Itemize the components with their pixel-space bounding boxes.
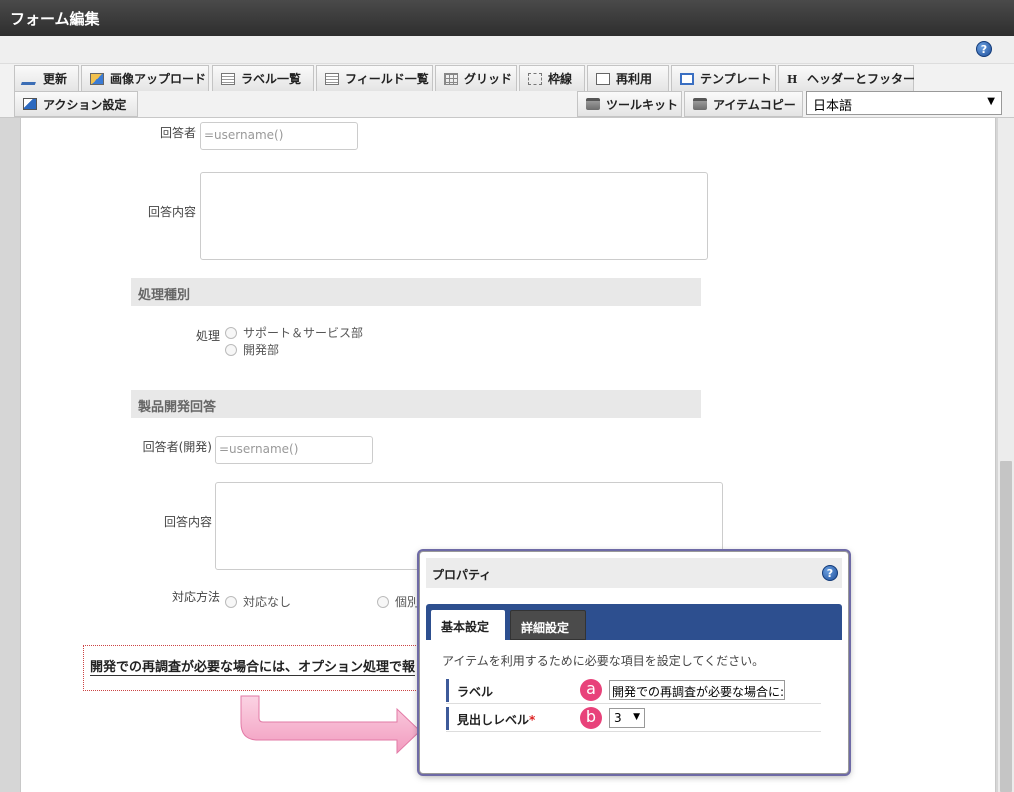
property-row-heading-level: 見出しレベル* b 3 ▼ (446, 705, 821, 732)
badge-a: a (580, 679, 602, 701)
dialog-title: プロパティ (432, 568, 492, 582)
heading-level-select[interactable]: 3 ▼ (609, 708, 645, 728)
tab-basic-settings[interactable]: 基本設定 (431, 610, 505, 640)
tab-detail-settings[interactable]: 詳細設定 (510, 610, 586, 640)
heading-level-value: 3 (614, 711, 622, 725)
property-name: ラベル (446, 679, 574, 702)
property-name-text: 見出しレベル (457, 713, 530, 727)
dialog-description: アイテムを利用するために必要な項目を設定してください。 (442, 654, 765, 668)
label-input[interactable]: 開発での再調査が必要な場合に: (609, 680, 785, 700)
required-mark: * (529, 713, 536, 727)
dialog-title-bar: プロパティ ? (426, 558, 842, 588)
property-name: 見出しレベル* (446, 707, 574, 730)
chevron-down-icon: ▼ (633, 712, 640, 722)
badge-b: b (580, 707, 602, 729)
help-icon[interactable]: ? (822, 565, 838, 581)
properties-dialog: プロパティ ? 基本設定 詳細設定 アイテムを利用するために必要な項目を設定して… (419, 551, 849, 774)
property-row-label: ラベル a 開発での再調査が必要な場合に: (446, 677, 821, 704)
dialog-tab-bar: 基本設定 詳細設定 (426, 604, 842, 640)
